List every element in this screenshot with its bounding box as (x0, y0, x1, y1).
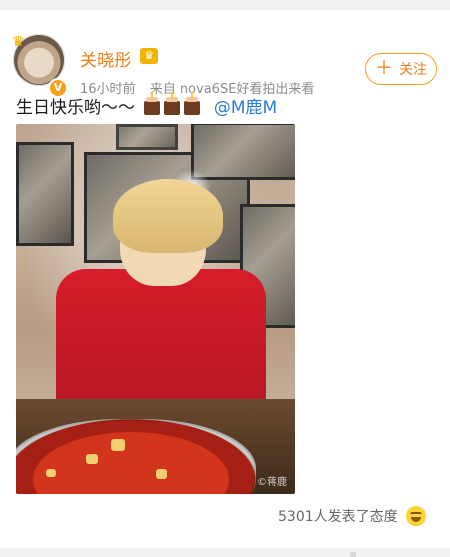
wall-photo-frame (116, 124, 178, 150)
cake-icon (144, 92, 161, 115)
cake-icon (164, 92, 181, 115)
hotpot-ingredient (111, 439, 125, 451)
person-hair (113, 179, 223, 253)
laugh-emoji-icon (405, 506, 426, 526)
post-text: 生日快乐哟～～ @M鹿M (16, 92, 277, 118)
reactions-text: 5301人发表了态度 (278, 509, 398, 525)
wall-photo-frame (16, 142, 74, 246)
cake-emoji-group (144, 92, 201, 115)
mention-link[interactable]: @M鹿M (214, 98, 277, 118)
crown-icon: ♛ (12, 34, 25, 50)
image-watermark: ©蒋鹿 (257, 477, 287, 488)
bottom-divider (0, 548, 450, 557)
weibo-post-screen: ♛ V 关晓彤 ♛ 16小时前 来自 nova6SE好看拍出来看 ＋ 关注 生日… (0, 0, 450, 557)
top-divider (0, 0, 450, 10)
reactions-summary[interactable]: 5301人发表了态度 (278, 506, 426, 526)
vip-crown-icon: ♛ (140, 48, 158, 64)
post-image[interactable]: ©蒋鹿 (16, 124, 295, 494)
cake-icon (184, 92, 201, 115)
bottom-indicator (350, 552, 356, 557)
hotpot-ingredient (86, 454, 98, 464)
follow-label: 关注 (399, 62, 427, 78)
author-name[interactable]: 关晓彤 (80, 46, 132, 71)
hotpot-ingredient (46, 469, 56, 477)
post-text-body: 生日快乐哟～～ (16, 98, 135, 118)
follow-button[interactable]: ＋ 关注 (365, 53, 437, 85)
plus-icon: ＋ (375, 57, 393, 79)
wall-photo-frame (191, 124, 295, 180)
post-header: ♛ V 关晓彤 ♛ 16小时前 来自 nova6SE好看拍出来看 ＋ 关注 (0, 20, 450, 98)
hotpot-ingredient (156, 469, 167, 479)
